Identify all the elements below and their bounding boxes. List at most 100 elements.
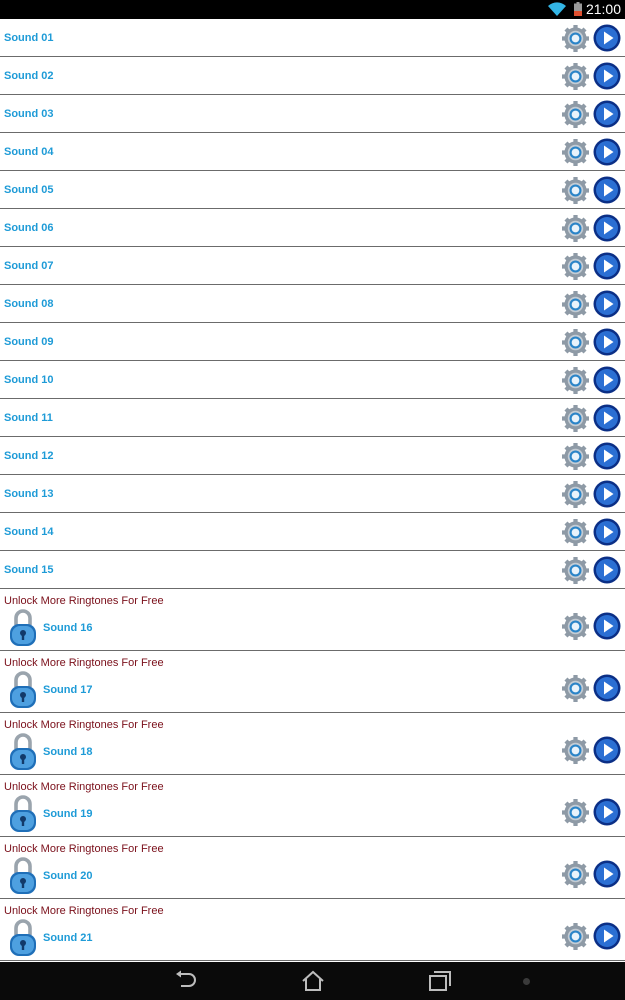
list-item[interactable]: Sound 06 [0, 209, 625, 247]
sound-title[interactable]: Sound 02 [4, 69, 54, 83]
padlock-icon [10, 671, 36, 708]
list-item[interactable]: Sound 02 [0, 57, 625, 95]
locked-list-item[interactable]: Unlock More Ringtones For Free Sound 20 [0, 837, 625, 899]
play-icon[interactable] [593, 480, 621, 508]
sound-title[interactable]: Sound 12 [4, 449, 54, 463]
play-icon[interactable] [593, 214, 621, 242]
list-item[interactable]: Sound 03 [0, 95, 625, 133]
play-icon[interactable] [593, 860, 621, 888]
list-item[interactable]: Sound 04 [0, 133, 625, 171]
sound-title[interactable]: Sound 20 [43, 869, 93, 883]
play-icon[interactable] [593, 176, 621, 204]
sound-title[interactable]: Sound 19 [43, 807, 93, 821]
list-item[interactable]: Sound 05 [0, 171, 625, 209]
gear-icon[interactable] [562, 861, 589, 888]
unlock-link[interactable]: Unlock More Ringtones For Free [4, 904, 164, 918]
list-item[interactable]: Sound 09 [0, 323, 625, 361]
padlock-icon [10, 857, 36, 894]
play-icon[interactable] [593, 922, 621, 950]
gear-icon[interactable] [562, 291, 589, 318]
list-item[interactable]: Sound 13 [0, 475, 625, 513]
list-item[interactable]: Sound 12 [0, 437, 625, 475]
sound-title[interactable]: Sound 08 [4, 297, 54, 311]
play-icon[interactable] [593, 290, 621, 318]
gear-icon[interactable] [562, 923, 589, 950]
gear-icon[interactable] [562, 557, 589, 584]
gear-icon[interactable] [562, 101, 589, 128]
list-item[interactable]: Sound 01 [0, 19, 625, 57]
menu-dot-icon[interactable] [523, 978, 530, 985]
sound-title[interactable]: Sound 21 [43, 931, 93, 945]
sound-title[interactable]: Sound 07 [4, 259, 54, 273]
gear-icon[interactable] [562, 443, 589, 470]
recent-apps-icon[interactable] [427, 969, 453, 993]
list-item[interactable]: Sound 15 [0, 551, 625, 589]
home-icon[interactable] [300, 969, 326, 993]
play-icon[interactable] [593, 798, 621, 826]
play-icon[interactable] [593, 404, 621, 432]
gear-icon[interactable] [562, 405, 589, 432]
sound-title[interactable]: Sound 06 [4, 221, 54, 235]
list-item[interactable]: Sound 11 [0, 399, 625, 437]
locked-list-item[interactable]: Unlock More Ringtones For Free Sound 17 [0, 651, 625, 713]
locked-list-item[interactable]: Unlock More Ringtones For Free Sound 16 [0, 589, 625, 651]
sound-title[interactable]: Sound 17 [43, 683, 93, 697]
gear-icon[interactable] [562, 367, 589, 394]
gear-icon[interactable] [562, 215, 589, 242]
gear-icon[interactable] [562, 139, 589, 166]
play-icon[interactable] [593, 612, 621, 640]
gear-icon[interactable] [562, 737, 589, 764]
list-item[interactable]: Sound 08 [0, 285, 625, 323]
list-item[interactable]: Sound 07 [0, 247, 625, 285]
play-icon[interactable] [593, 674, 621, 702]
sound-title[interactable]: Sound 03 [4, 107, 54, 121]
sound-title[interactable]: Sound 01 [4, 31, 54, 45]
unlock-link[interactable]: Unlock More Ringtones For Free [4, 594, 164, 608]
gear-icon[interactable] [562, 799, 589, 826]
gear-icon[interactable] [562, 675, 589, 702]
gear-icon[interactable] [562, 613, 589, 640]
list-item[interactable]: Sound 10 [0, 361, 625, 399]
play-icon[interactable] [593, 736, 621, 764]
gear-icon[interactable] [562, 63, 589, 90]
unlock-link[interactable]: Unlock More Ringtones For Free [4, 656, 164, 670]
sound-title[interactable]: Sound 10 [4, 373, 54, 387]
unlock-link[interactable]: Unlock More Ringtones For Free [4, 842, 164, 856]
gear-icon[interactable] [562, 253, 589, 280]
sound-title[interactable]: Sound 05 [4, 183, 54, 197]
sound-title[interactable]: Sound 13 [4, 487, 54, 501]
sound-title[interactable]: Sound 15 [4, 563, 54, 577]
sound-title[interactable]: Sound 11 [4, 411, 53, 425]
gear-icon[interactable] [562, 481, 589, 508]
list-item[interactable]: Sound 14 [0, 513, 625, 551]
sound-title[interactable]: Sound 09 [4, 335, 54, 349]
play-icon[interactable] [593, 518, 621, 546]
play-icon[interactable] [593, 100, 621, 128]
play-icon[interactable] [593, 62, 621, 90]
unlock-link[interactable]: Unlock More Ringtones For Free [4, 780, 164, 794]
sound-title[interactable]: Sound 14 [4, 525, 54, 539]
play-icon[interactable] [593, 366, 621, 394]
sound-list: Sound 01 Sound 02 Sound 03 Sound 04 Soun… [0, 19, 625, 961]
play-icon[interactable] [593, 138, 621, 166]
play-icon[interactable] [593, 252, 621, 280]
gear-icon[interactable] [562, 177, 589, 204]
gear-icon[interactable] [562, 329, 589, 356]
locked-list-item[interactable]: Unlock More Ringtones For Free Sound 19 [0, 775, 625, 837]
sound-title[interactable]: Sound 18 [43, 745, 93, 759]
padlock-icon [10, 919, 36, 956]
back-icon[interactable] [173, 969, 199, 993]
gear-icon[interactable] [562, 25, 589, 52]
sound-title[interactable]: Sound 16 [43, 621, 93, 635]
locked-list-item[interactable]: Unlock More Ringtones For Free Sound 18 [0, 713, 625, 775]
padlock-icon [10, 795, 36, 832]
locked-list-item[interactable]: Unlock More Ringtones For Free Sound 21 [0, 899, 625, 961]
unlock-link[interactable]: Unlock More Ringtones For Free [4, 718, 164, 732]
play-icon[interactable] [593, 556, 621, 584]
gear-icon[interactable] [562, 519, 589, 546]
play-icon[interactable] [593, 328, 621, 356]
sound-title[interactable]: Sound 04 [4, 145, 54, 159]
play-icon[interactable] [593, 24, 621, 52]
padlock-icon [10, 733, 36, 770]
play-icon[interactable] [593, 442, 621, 470]
